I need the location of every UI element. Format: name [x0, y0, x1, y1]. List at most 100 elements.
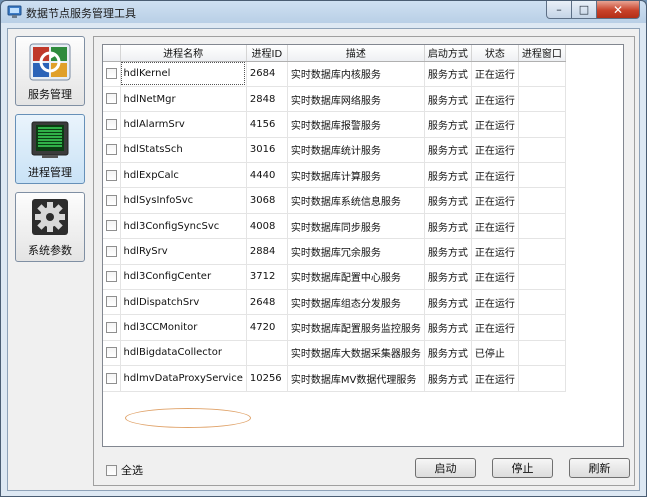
table-row[interactable]: hdlmvDataProxyService 10256 实时数据库MV数据代理服…: [103, 365, 566, 392]
process-status: 正在运行: [471, 213, 519, 240]
process-description: 实时数据库大数据采集器服务: [287, 340, 425, 367]
col-header-window[interactable]: 进程窗口: [518, 45, 566, 62]
minimize-icon: –: [556, 3, 562, 16]
process-name: hdlBigdataCollector: [120, 340, 247, 367]
row-checkbox[interactable]: [105, 118, 117, 130]
start-mode: 服务方式: [424, 61, 472, 87]
select-all-label: 全选: [121, 464, 143, 477]
process-id: 2648: [246, 289, 288, 316]
process-id: 4008: [246, 213, 288, 240]
select-all-box[interactable]: [106, 464, 117, 476]
process-description: 实时数据库网络服务: [287, 86, 425, 113]
app-window: 数据节点服务管理工具 – □ ✕ 服务管理 进程管理 系统参数 进程名称 进程I…: [0, 0, 647, 497]
col-header-mode[interactable]: 启动方式: [424, 45, 472, 62]
process-status: 正在运行: [471, 111, 519, 138]
process-id: 3068: [246, 187, 288, 214]
process-id: 2848: [246, 86, 288, 113]
table-row[interactable]: hdl3CCMonitor 4720 实时数据库配置服务监控服务 服务方式 正在…: [103, 314, 566, 341]
nav-process-management[interactable]: 进程管理: [15, 114, 85, 184]
row-checkbox[interactable]: [105, 169, 117, 181]
process-description: 实时数据库计算服务: [287, 162, 425, 189]
table-row[interactable]: hdlAlarmSrv 4156 实时数据库报警服务 服务方式 正在运行: [103, 111, 566, 138]
start-mode: 服务方式: [424, 238, 472, 265]
gear-icon: [32, 199, 68, 235]
process-description: 实时数据库内核服务: [287, 61, 425, 87]
process-window: [518, 264, 566, 291]
table-row[interactable]: hdlKernel 2684 实时数据库内核服务 服务方式 正在运行: [103, 61, 566, 87]
row-checkbox[interactable]: [105, 245, 117, 257]
process-id: 2884: [246, 238, 288, 265]
process-name: hdl3ConfigCenter: [120, 264, 247, 291]
start-mode: 服务方式: [424, 340, 472, 367]
col-header-desc[interactable]: 描述: [287, 45, 425, 62]
row-checkbox[interactable]: [105, 93, 117, 105]
process-id: 4440: [246, 162, 288, 189]
process-description: 实时数据库同步服务: [287, 213, 425, 240]
close-button[interactable]: ✕: [597, 1, 640, 19]
table-row[interactable]: hdl3ConfigCenter 3712 实时数据库配置中心服务 服务方式 正…: [103, 264, 566, 291]
start-mode: 服务方式: [424, 137, 472, 164]
process-window: [518, 289, 566, 316]
process-id: 3016: [246, 137, 288, 164]
row-checkbox[interactable]: [105, 220, 117, 232]
row-checkbox[interactable]: [105, 67, 117, 79]
col-header-pid[interactable]: 进程ID: [246, 45, 288, 62]
nav-service-management[interactable]: 服务管理: [15, 36, 85, 106]
table-row[interactable]: hdl3ConfigSyncSvc 4008 实时数据库同步服务 服务方式 正在…: [103, 213, 566, 240]
table-row[interactable]: hdlBigdataCollector 实时数据库大数据采集器服务 服务方式 已…: [103, 340, 566, 367]
process-id: 4720: [246, 314, 288, 341]
process-table[interactable]: 进程名称 进程ID 描述 启动方式 状态 进程窗口 hdlKernel 2684…: [102, 44, 624, 447]
process-id: 3712: [246, 264, 288, 291]
minimize-button[interactable]: –: [546, 1, 572, 19]
maximize-button[interactable]: □: [572, 1, 597, 19]
table-row[interactable]: hdlSysInfoSvc 3068 实时数据库系统信息服务 服务方式 正在运行: [103, 187, 566, 214]
process-name: hdlAlarmSrv: [120, 111, 247, 138]
refresh-button[interactable]: 刷新: [569, 458, 630, 478]
process-name: hdlmvDataProxyService: [120, 365, 247, 392]
row-checkbox[interactable]: [105, 321, 117, 333]
start-mode: 服务方式: [424, 314, 472, 341]
row-checkbox[interactable]: [105, 372, 117, 384]
maximize-icon: □: [578, 3, 590, 16]
col-header-status[interactable]: 状态: [471, 45, 519, 62]
start-mode: 服务方式: [424, 187, 472, 214]
process-description: 实时数据库配置服务监控服务: [287, 314, 425, 341]
start-button[interactable]: 启动: [415, 458, 476, 478]
table-row[interactable]: hdlNetMgr 2848 实时数据库网络服务 服务方式 正在运行: [103, 86, 566, 113]
process-description: 实时数据库配置中心服务: [287, 264, 425, 291]
process-description: 实时数据库报警服务: [287, 111, 425, 138]
process-name: hdlDispatchSrv: [120, 289, 247, 316]
row-checkbox[interactable]: [105, 194, 117, 206]
table-header-row: 进程名称 进程ID 描述 启动方式 状态 进程窗口: [103, 45, 566, 62]
process-window: [518, 340, 566, 367]
process-window: [518, 61, 566, 87]
row-checkbox[interactable]: [105, 347, 117, 359]
table-row[interactable]: hdlDispatchSrv 2648 实时数据库组态分发服务 服务方式 正在运…: [103, 289, 566, 316]
row-checkbox[interactable]: [105, 271, 117, 283]
row-checkbox[interactable]: [105, 144, 117, 156]
process-name: hdl3ConfigSyncSvc: [120, 213, 247, 240]
stop-button[interactable]: 停止: [492, 458, 553, 478]
table-row[interactable]: hdlRySrv 2884 实时数据库冗余服务 服务方式 正在运行: [103, 238, 566, 265]
process-id: [246, 340, 288, 367]
action-bar: 全选 启动 停止 刷新: [94, 455, 634, 481]
process-status: 正在运行: [471, 314, 519, 341]
row-checkbox[interactable]: [105, 296, 117, 308]
process-name: hdlStatsSch: [120, 137, 247, 164]
client-area: 服务管理 进程管理 系统参数 进程名称 进程ID 描述 启动方式 状态 进程窗口…: [7, 28, 640, 491]
process-window: [518, 238, 566, 265]
process-description: 实时数据库冗余服务: [287, 238, 425, 265]
process-window: [518, 213, 566, 240]
table-row[interactable]: hdlExpCalc 4440 实时数据库计算服务 服务方式 正在运行: [103, 162, 566, 189]
col-header-check[interactable]: [103, 45, 121, 62]
table-row[interactable]: hdlStatsSch 3016 实时数据库统计服务 服务方式 正在运行: [103, 137, 566, 164]
nav-system-parameters[interactable]: 系统参数: [15, 192, 85, 262]
col-header-name[interactable]: 进程名称: [120, 45, 247, 62]
process-name: hdlNetMgr: [120, 86, 247, 113]
process-name: hdlSysInfoSvc: [120, 187, 247, 214]
title-bar[interactable]: 数据节点服务管理工具 – □ ✕: [1, 1, 646, 23]
select-all-checkbox[interactable]: 全选: [106, 462, 143, 478]
process-window: [518, 314, 566, 341]
process-status: 正在运行: [471, 162, 519, 189]
process-name: hdl3CCMonitor: [120, 314, 247, 341]
